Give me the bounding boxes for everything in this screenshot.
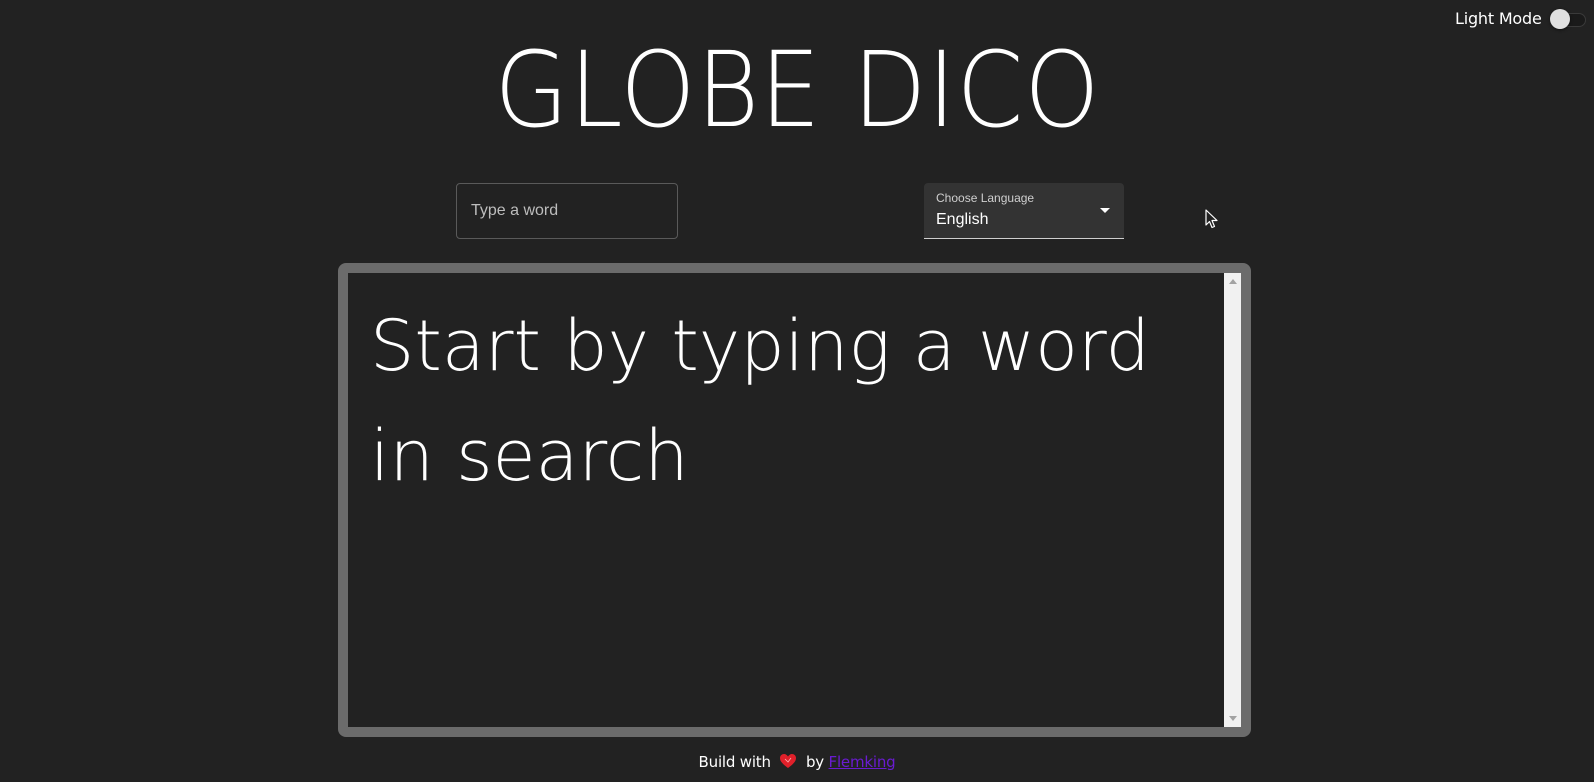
caret-down-icon bbox=[1100, 208, 1110, 213]
search-box[interactable] bbox=[456, 183, 678, 239]
footer-by: by bbox=[805, 753, 824, 771]
search-input[interactable] bbox=[457, 184, 677, 238]
light-mode-switch[interactable] bbox=[1549, 8, 1586, 29]
scroll-down-icon[interactable] bbox=[1229, 716, 1237, 721]
heart-icon bbox=[780, 754, 797, 768]
scroll-up-icon[interactable] bbox=[1229, 279, 1237, 284]
switch-thumb[interactable] bbox=[1549, 9, 1570, 29]
footer: Build with by Flemking bbox=[0, 753, 1594, 771]
light-mode-toggle[interactable]: Light Mode bbox=[1455, 6, 1586, 30]
app-title-text: GLOBE DICO bbox=[493, 29, 1101, 151]
language-select[interactable]: Choose Language English bbox=[924, 183, 1124, 239]
page: Light Mode GLOBE DICO Choose Language En… bbox=[0, 0, 1594, 782]
result-scrollbar[interactable] bbox=[1224, 273, 1241, 727]
light-mode-label: Light Mode bbox=[1455, 8, 1542, 28]
result-content[interactable]: Start by typing a word in search bbox=[348, 273, 1241, 727]
footer-prefix: Build with bbox=[698, 753, 771, 771]
result-panel: Start by typing a word in search bbox=[338, 263, 1251, 737]
app-title: GLOBE DICO bbox=[0, 30, 1594, 150]
language-select-label: Choose Language bbox=[936, 191, 1035, 205]
language-select-value: English bbox=[936, 211, 989, 228]
result-message: Start by typing a word in search bbox=[370, 305, 1150, 497]
author-link[interactable]: Flemking bbox=[829, 753, 896, 771]
mouse-cursor-icon bbox=[1205, 209, 1218, 229]
